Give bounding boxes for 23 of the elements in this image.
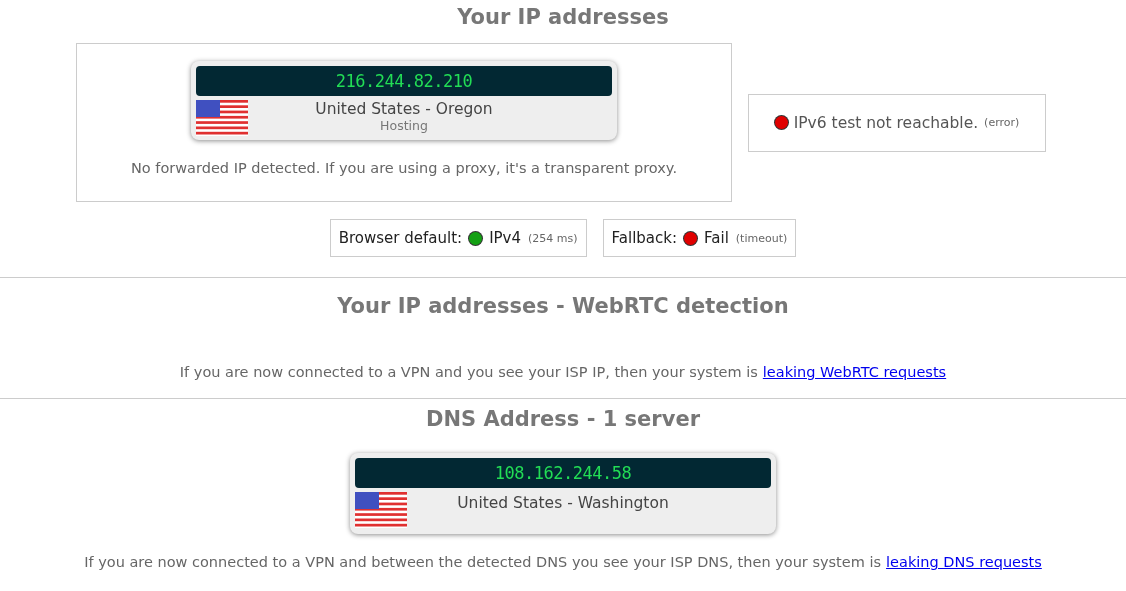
protocol-value: Fail [704,229,729,247]
protocol-label: Fallback: [611,229,678,247]
leak-link[interactable]: leaking WebRTC requests [762,364,947,380]
ipv6-status-text: IPv6 test not reachable. [793,113,979,132]
flag-icon [355,492,407,528]
leak-link[interactable]: leaking DNS requests [886,554,1042,570]
status-detail: (254 ms) [528,231,578,245]
status-detail: (timeout) [735,231,788,245]
status-detail: (error) [984,116,1020,129]
section-title: Your IP addresses [457,5,669,29]
location-text: United States - Oregon [315,100,493,118]
protocol-label: Browser default: [338,229,463,247]
flag-icon [196,100,248,136]
ip-type-text: Hosting [380,118,428,133]
section-title: Your IP addresses - WebRTC detection [337,294,789,318]
location-text: United States - Washington [457,494,669,512]
proxy-note: No forwarded IP detected. If you are using a proxy, it's a transparent proxy. [131,160,677,176]
ip-address: 108.162.244.58 [355,458,771,488]
vpn-note: If you are now connected to a VPN and you see your ISP IP, then your system is [179,364,758,380]
vpn-note: If you are now connected to a VPN and between the detected DNS you see your ISP DNS, then your system is [84,554,882,570]
protocol-value: IPv4 [489,229,521,247]
ip-address: 216.244.82.210 [196,66,612,96]
section-title: DNS Address - 1 server [426,407,700,431]
